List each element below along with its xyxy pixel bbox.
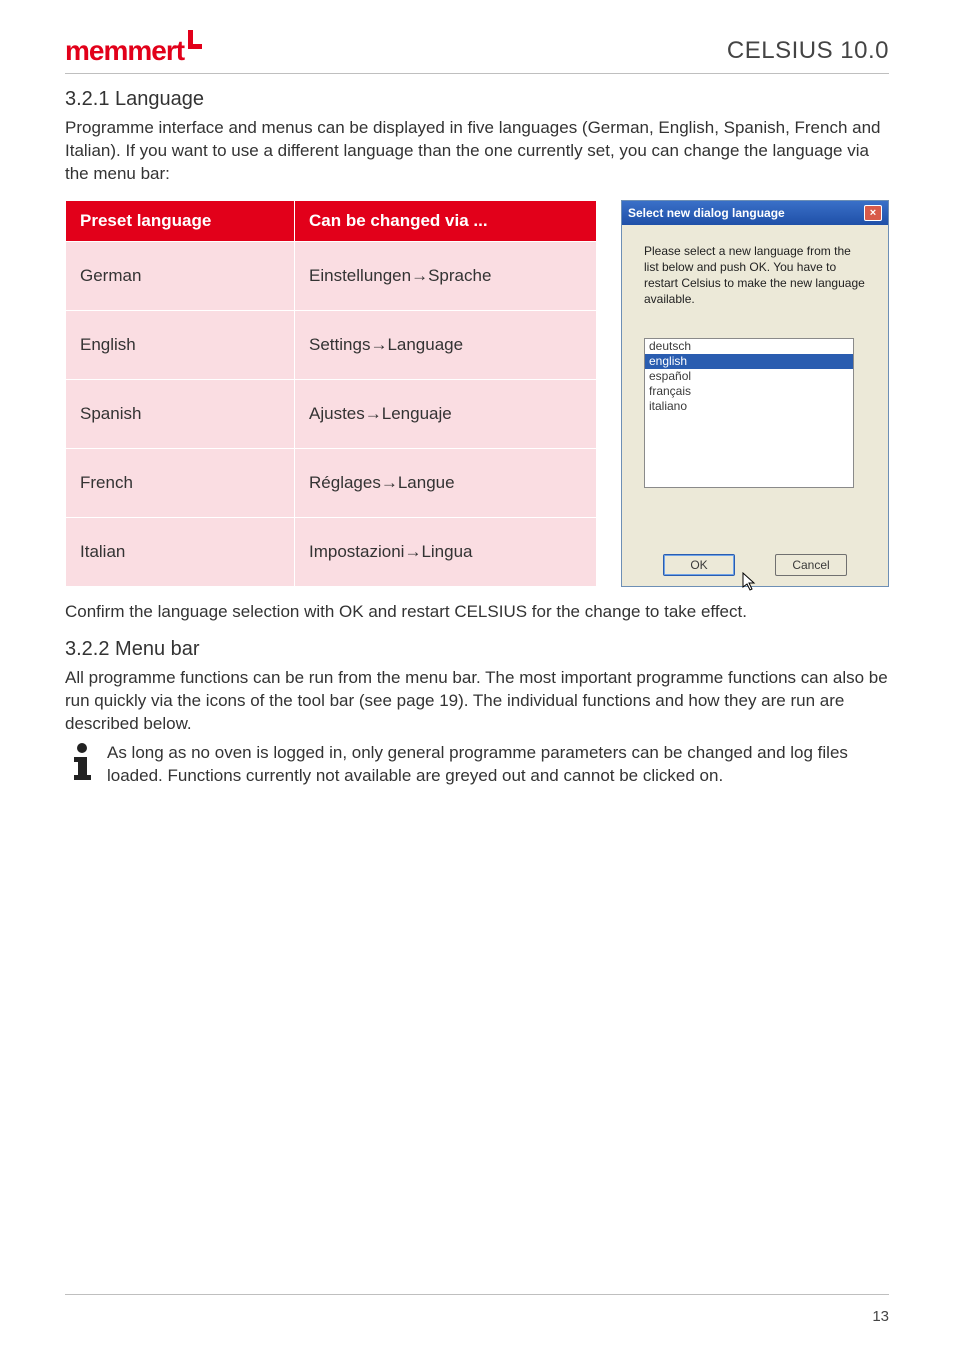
table-cell-lang: French xyxy=(66,448,295,517)
table-cell-path: Settings→Language xyxy=(295,310,597,379)
list-item[interactable]: français xyxy=(645,384,853,399)
table-cell-path: Impostazioni→Lingua xyxy=(295,517,597,586)
table-row: GermanEinstellungen→Sprache xyxy=(66,241,597,310)
logo-text: memmert xyxy=(65,37,184,65)
page-number: 13 xyxy=(872,1308,889,1325)
table-row: EnglishSettings→Language xyxy=(66,310,597,379)
table-cell-lang: Italian xyxy=(66,517,295,586)
section-heading-language: 3.2.1 Language xyxy=(65,88,889,111)
close-icon[interactable]: × xyxy=(864,205,882,221)
list-item[interactable]: deutsch xyxy=(645,339,853,354)
list-item[interactable]: español xyxy=(645,369,853,384)
cancel-button[interactable]: Cancel xyxy=(775,554,847,576)
table-row: SpanishAjustes→Lenguaje xyxy=(66,379,597,448)
logo-mark-icon xyxy=(186,30,202,55)
section-body-menubar: All programme functions can be run from … xyxy=(65,667,889,736)
table-row: ItalianImpostazioni→Lingua xyxy=(66,517,597,586)
header-divider xyxy=(65,73,889,74)
dialog-title-text: Select new dialog language xyxy=(628,206,785,220)
dialog-titlebar: Select new dialog language × xyxy=(622,201,888,225)
ok-button[interactable]: OK xyxy=(663,554,735,576)
list-item[interactable]: italiano xyxy=(645,399,853,414)
language-dialog: Select new dialog language × Please sele… xyxy=(621,200,889,587)
table-cell-path: Einstellungen→Sprache xyxy=(295,241,597,310)
table-header-preset: Preset language xyxy=(66,200,295,241)
table-cell-lang: Spanish xyxy=(66,379,295,448)
logo: memmert xyxy=(65,30,202,65)
info-note-text: As long as no oven is logged in, only ge… xyxy=(107,742,889,788)
section-confirm-text: Confirm the language selection with OK a… xyxy=(65,601,889,624)
language-table: Preset language Can be changed via ... G… xyxy=(65,200,597,587)
table-header-changed: Can be changed via ... xyxy=(295,200,597,241)
footer-divider xyxy=(65,1294,889,1295)
dialog-instruction: Please select a new language from the li… xyxy=(644,243,866,308)
table-cell-lang: German xyxy=(66,241,295,310)
table-cell-lang: English xyxy=(66,310,295,379)
cursor-icon xyxy=(742,572,758,597)
table-cell-path: Ajustes→Lenguaje xyxy=(295,379,597,448)
list-item[interactable]: english xyxy=(645,354,853,369)
info-icon xyxy=(65,742,99,788)
table-cell-path: Réglages→Langue xyxy=(295,448,597,517)
section-heading-menubar: 3.2.2 Menu bar xyxy=(65,638,889,661)
language-list[interactable]: deutsch english español français italian… xyxy=(644,338,854,488)
document-title: CELSIUS 10.0 xyxy=(727,37,889,65)
table-row: FrenchRéglages→Langue xyxy=(66,448,597,517)
section-intro-language: Programme interface and menus can be dis… xyxy=(65,117,889,186)
